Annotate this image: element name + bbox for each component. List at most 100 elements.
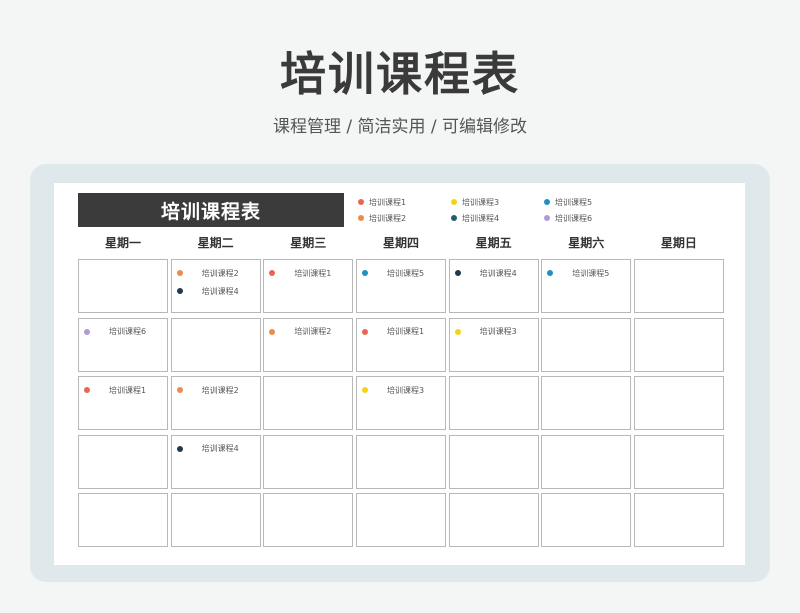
schedule-sheet: 培训课程表 培训课程1 培训课程3 培训课程5 培训课程2 培训课程4 培训课程6 星期一…: [54, 183, 745, 565]
schedule-cell[interactable]: [78, 493, 168, 547]
legend-color-dot-icon: [544, 215, 550, 221]
schedule-cell[interactable]: [448, 493, 539, 547]
schedule-cell[interactable]: [541, 317, 632, 372]
schedule-cell[interactable]: [448, 376, 539, 430]
weekday-label: 星期二: [197, 236, 234, 250]
course-label: 培训课程5: [572, 268, 610, 278]
course-label: 培训课程2: [201, 268, 239, 278]
legend-item: 培训课程1: [358, 194, 451, 210]
course-color-dot-icon: [547, 270, 554, 276]
course-label: 培训课程2: [201, 385, 239, 395]
schedule-cell[interactable]: [355, 434, 446, 489]
schedule-cell[interactable]: [355, 493, 446, 547]
legend-color-dot-icon: [358, 199, 364, 205]
schedule-cell[interactable]: [633, 376, 724, 430]
schedule-cell[interactable]: [78, 434, 168, 489]
course-color-dot-icon: [361, 328, 368, 335]
schedule-cell[interactable]: 培训课程5: [541, 259, 632, 313]
course-label: 培训课程4: [201, 444, 239, 453]
schedule-cell[interactable]: [541, 434, 632, 489]
schedule-cell[interactable]: 培训课程1: [355, 317, 446, 372]
course-label: 培训课程1: [386, 327, 425, 336]
course-color-dot-icon: [269, 328, 276, 335]
schedule-cell[interactable]: 培训课程6: [78, 317, 168, 372]
legend-label: 培训课程4: [462, 213, 500, 223]
weekday-header: 星期一 星期二 星期三 星期四 星期五 星期六 星期日: [78, 233, 722, 253]
legend-label: 培训课程3: [462, 197, 500, 207]
course-color-dot-icon: [176, 387, 183, 393]
schedule-cell[interactable]: [263, 493, 354, 547]
legend-label: 培训课程1: [369, 197, 407, 207]
schedule-cell[interactable]: 培训课程1: [263, 259, 354, 313]
course-entry: 培训课程1: [269, 264, 352, 282]
course-color-dot-icon: [454, 270, 461, 276]
course-entry: 培训课程5: [361, 264, 445, 282]
weekday-label: 星期日: [660, 236, 697, 250]
course-color-dot-icon: [176, 270, 183, 276]
legend-label: 培训课程2: [369, 213, 407, 223]
schedule-cell[interactable]: 培训课程5: [355, 259, 446, 313]
course-entry: 培训课程6: [84, 323, 167, 341]
course-entry: 培训课程3: [454, 323, 538, 341]
legend-item: 培训课程3: [451, 194, 544, 210]
legend-color-dot-icon: [451, 215, 457, 221]
schedule-cell[interactable]: [633, 259, 724, 313]
course-color-dot-icon: [361, 387, 368, 393]
schedule-cell[interactable]: [541, 493, 632, 547]
course-entry: 培训课程1: [84, 381, 167, 399]
weekday-label: 星期一: [104, 236, 141, 250]
legend-item: 培训课程2: [358, 210, 451, 226]
schedule-cell[interactable]: 培训课程2: [170, 376, 261, 430]
legend-label: 培训课程5: [555, 197, 593, 207]
course-entry: 培训课程3: [361, 381, 445, 399]
schedule-cell[interactable]: 培训课程2 培训课程4: [170, 259, 261, 313]
course-color-dot-icon: [176, 288, 183, 294]
course-color-dot-icon: [269, 270, 276, 276]
legend-item: 培训课程4: [451, 210, 544, 226]
schedule-cell[interactable]: [170, 493, 261, 547]
schedule-cell[interactable]: 培训课程3: [355, 376, 446, 430]
course-label: 培训课程4: [479, 268, 517, 278]
schedule-cell[interactable]: 培训课程4: [170, 434, 261, 489]
course-color-dot-icon: [84, 328, 90, 335]
course-legend: 培训课程1 培训课程3 培训课程5 培训课程2 培训课程4 培训课程6: [358, 194, 648, 226]
course-color-dot-icon: [454, 328, 461, 335]
course-color-dot-icon: [84, 387, 90, 393]
schedule-cell[interactable]: 培训课程1: [78, 376, 168, 430]
legend-item: 培训课程5: [544, 194, 637, 210]
course-color-dot-icon: [176, 445, 183, 452]
course-color-dot-icon: [361, 270, 368, 276]
schedule-cell[interactable]: 培训课程4: [448, 259, 539, 313]
legend-item: 培训课程6: [544, 210, 637, 226]
course-entry: 培训课程5: [547, 264, 630, 282]
schedule-cell[interactable]: [170, 317, 261, 372]
weekday-label: 星期五: [475, 236, 512, 250]
weekday-label: 星期四: [382, 236, 419, 250]
sheet-title: 培训课程表: [78, 193, 344, 227]
weekday-label: 星期六: [568, 236, 605, 250]
schedule-cell[interactable]: [448, 434, 539, 489]
legend-label: 培训课程6: [555, 213, 593, 223]
schedule-cell[interactable]: [541, 376, 632, 430]
schedule-cell[interactable]: [633, 317, 724, 372]
schedule-cell[interactable]: [633, 434, 724, 489]
schedule-cell[interactable]: 培训课程3: [448, 317, 539, 372]
schedule-cell[interactable]: [633, 493, 724, 547]
schedule-cell[interactable]: [263, 434, 354, 489]
course-entry: 培训课程4: [454, 264, 538, 282]
schedule-cell[interactable]: 培训课程2: [263, 317, 354, 372]
course-entry: 培训课程2: [176, 264, 260, 282]
schedule-cell[interactable]: [78, 259, 168, 313]
course-entry: 培训课程2: [176, 381, 260, 399]
course-entry: 培训课程4: [176, 440, 260, 458]
course-entry: 培训课程2: [269, 323, 352, 341]
course-label: 培训课程6: [109, 327, 147, 336]
course-label: 培训课程4: [201, 286, 239, 296]
schedule-grid: 培训课程2 培训课程4 培训课程1 培训课程5 培训课程4 培训课程5 培训课程6 培训课程2…: [78, 259, 724, 547]
course-label: 培训课程3: [386, 385, 425, 395]
course-label: 培训课程2: [294, 327, 332, 336]
legend-color-dot-icon: [544, 199, 550, 205]
course-label: 培训课程1: [294, 268, 332, 278]
course-label: 培训课程1: [109, 385, 147, 395]
schedule-cell[interactable]: [263, 376, 354, 430]
